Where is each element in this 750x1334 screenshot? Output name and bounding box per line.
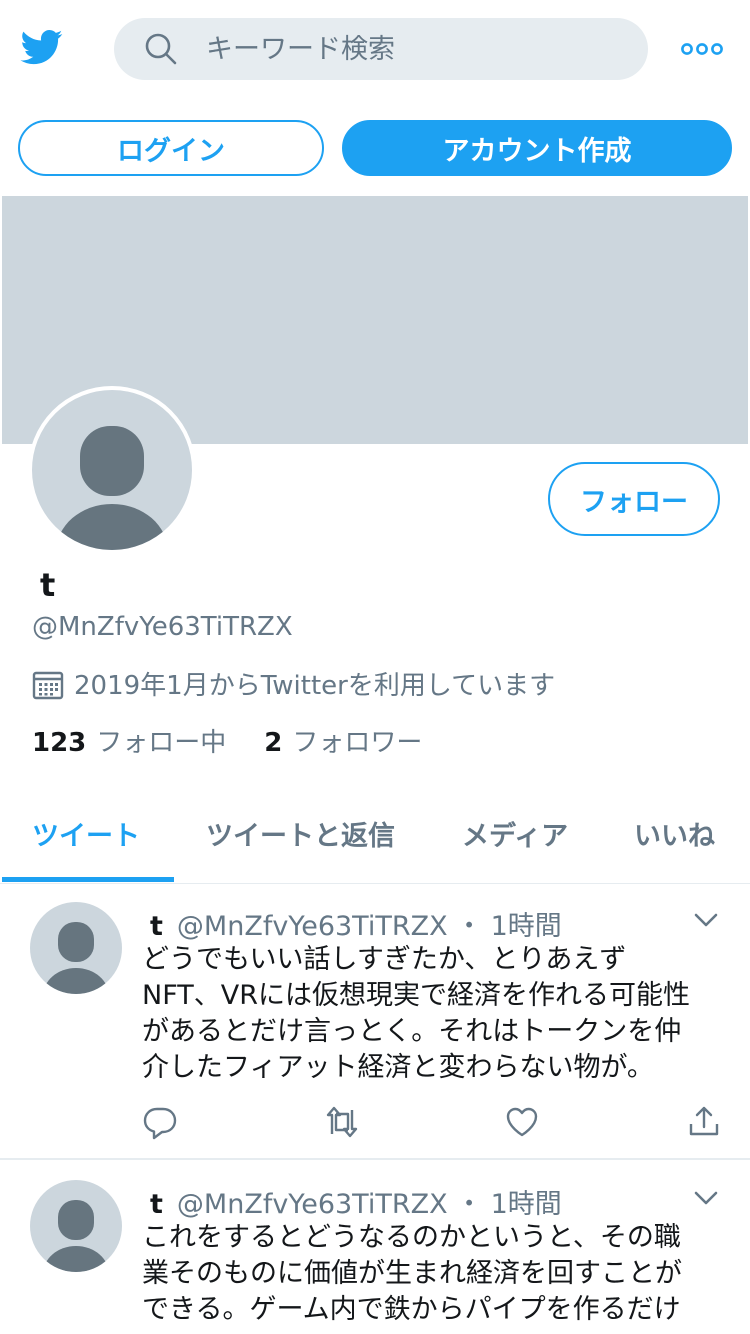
followers-stat[interactable]: 2 フォロワー (264, 722, 422, 759)
profile-handle: @MnZfvYe63TiTRZX (32, 612, 293, 642)
twitter-bird-icon[interactable] (18, 26, 66, 68)
following-count: 123 (32, 728, 87, 758)
tweet-author-name[interactable]: t (150, 1189, 163, 1220)
reply-icon[interactable] (142, 1104, 178, 1140)
tweet-separator: ・ (455, 1189, 483, 1220)
tab-tweets[interactable]: ツイート (32, 784, 140, 882)
tweet-separator: ・ (455, 911, 483, 942)
tweet-text-line: 介したフィアット経済と変わらない物が。 (142, 1052, 654, 1083)
default-avatar-icon (43, 1200, 109, 1272)
search-input[interactable] (206, 18, 626, 80)
tweet-header: t @MnZfvYe63TiTRZX ・ 1時間 (150, 1182, 562, 1221)
following-label: フォロー中 (96, 728, 227, 758)
login-button[interactable]: ログイン (18, 120, 324, 176)
tweet-timestamp[interactable]: 1時間 (491, 904, 562, 943)
calendar-icon (32, 671, 64, 699)
tweet[interactable]: t @MnZfvYe63TiTRZX ・ 1時間 これをするとどうなるのかという… (0, 1162, 750, 1334)
tweet-text-line: NFT、VRには仮想現実で経済を作れる可能性 (142, 980, 690, 1011)
tweet-author-handle[interactable]: @MnZfvYe63TiTRZX (177, 911, 448, 942)
tweet[interactable]: t @MnZfvYe63TiTRZX ・ 1時間 どうでもいい話しすぎたか、とり… (0, 884, 750, 1160)
tweet-actions (0, 1104, 750, 1144)
retweet-icon[interactable] (324, 1104, 360, 1140)
following-stat[interactable]: 123 フォロー中 (32, 722, 226, 759)
profile-stats: 123 フォロー中 2 フォロワー (32, 722, 460, 759)
like-icon[interactable] (504, 1104, 540, 1140)
default-avatar-icon (43, 922, 109, 994)
profile-display-name: t (40, 566, 56, 604)
tweet-text-line: できる。ゲーム内で鉄からパイプを作るだけ (142, 1294, 681, 1325)
search-icon (145, 33, 177, 65)
chevron-down-icon[interactable] (692, 1188, 720, 1208)
tweet-avatar[interactable] (30, 902, 122, 994)
top-bar: ログイン アカウント作成 (0, 0, 750, 196)
joined-date-text: 2019年1月からTwitterを利用しています (74, 671, 556, 701)
tweet-text-line: 業そのものに価値が生まれ経済を回すことが (142, 1258, 682, 1289)
signup-button[interactable]: アカウント作成 (342, 120, 732, 176)
search-bar[interactable] (114, 18, 648, 80)
profile-joined: 2019年1月からTwitterを利用しています (32, 665, 555, 702)
tweet-text: どうでもいい話しすぎたか、とりあえず NFT、VRには仮想現実で経済を作れる可能… (142, 942, 722, 1086)
tweet-text: これをするとどうなるのかというと、その職 業そのものに価値が生まれ経済を回すこと… (142, 1220, 722, 1328)
tab-likes[interactable]: いいね (634, 784, 715, 882)
profile-tabs: ツイート ツイートと返信 メディア いいね (0, 784, 750, 884)
follow-button[interactable]: フォロー (548, 462, 720, 536)
tweet-author-handle[interactable]: @MnZfvYe63TiTRZX (177, 1189, 448, 1220)
tweet-avatar[interactable] (30, 1180, 122, 1272)
tweet-author-name[interactable]: t (150, 911, 163, 942)
followers-count: 2 (264, 728, 283, 758)
tweet-timestamp[interactable]: 1時間 (491, 1182, 562, 1221)
tweet-header: t @MnZfvYe63TiTRZX ・ 1時間 (150, 904, 562, 943)
tab-media[interactable]: メディア (462, 784, 568, 882)
default-avatar-icon (56, 426, 168, 550)
tweet-text-line: これをするとどうなるのかというと、その職 (142, 1222, 681, 1253)
active-tab-indicator (2, 877, 174, 882)
followers-label: フォロワー (292, 728, 423, 758)
tab-tweets-and-replies[interactable]: ツイートと返信 (206, 784, 395, 882)
more-dots-icon[interactable] (680, 36, 724, 62)
tweet-text-line: どうでもいい話しすぎたか、とりあえず (142, 944, 627, 975)
profile-avatar[interactable] (28, 386, 196, 554)
share-icon[interactable] (686, 1104, 722, 1140)
chevron-down-icon[interactable] (692, 910, 720, 930)
tweet-text-line: があるとだけ言っとく。それはトークンを仲 (142, 1016, 682, 1047)
